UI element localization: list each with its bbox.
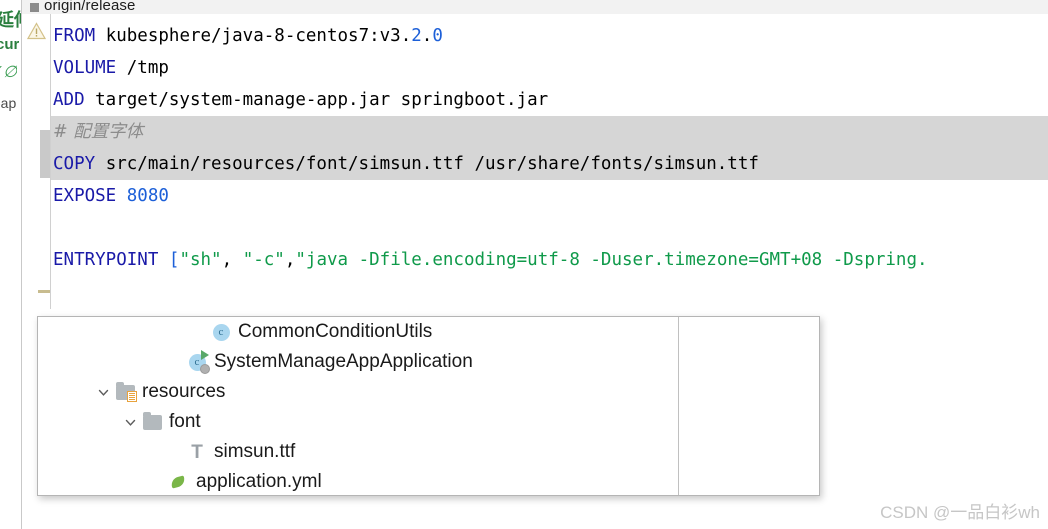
code-token: /tmp: [116, 58, 169, 78]
code-line-comment[interactable]: # 配置字体: [51, 116, 1048, 148]
yaml-file-icon: [168, 471, 190, 493]
code-token: ADD: [53, 90, 85, 110]
warning-triangle-icon[interactable]: [27, 22, 46, 40]
code-token: "-c": [242, 250, 285, 270]
code-token: .: [421, 26, 433, 46]
tree-item-systemmanageappapplication[interactable]: c SystemManageAppApplication: [38, 347, 678, 377]
code-token: 0: [432, 26, 443, 46]
chevron-down-icon[interactable]: [94, 383, 112, 401]
code-token: src/main/resources/font/simsun.ttf /usr/…: [95, 154, 759, 174]
java-class-icon: c: [210, 321, 232, 343]
tree-item-label: resources: [142, 381, 226, 402]
branch-bar[interactable]: origin/release: [22, 0, 1048, 14]
code-token: "sh": [179, 250, 222, 270]
clipped-text-4: -ap: [0, 95, 17, 111]
code-token: COPY: [53, 154, 96, 174]
code-line-volume[interactable]: VOLUME /tmp: [51, 52, 1048, 84]
tree-item-label: application.yml: [196, 471, 322, 492]
code-token: [: [168, 250, 180, 270]
tree-panel-divider: [678, 317, 679, 495]
code-token: # 配置字体: [53, 122, 144, 142]
code-line-add[interactable]: ADD target/system-manage-app.jar springb…: [51, 84, 1048, 116]
clipped-text-2: cur: [0, 36, 20, 53]
tree-item-label: SystemManageAppApplication: [214, 351, 473, 372]
java-class-runnable-icon: c: [186, 350, 210, 374]
tree-item-application-yml[interactable]: application.yml: [38, 467, 678, 495]
branch-label: origin/release: [44, 0, 136, 14]
resources-folder-icon: [114, 381, 137, 403]
tree-item-label: font: [169, 411, 201, 432]
tree-item-resources[interactable]: resources: [38, 377, 678, 407]
code-token: VOLUME: [53, 58, 117, 78]
code-token: 8080: [126, 186, 169, 206]
code-token: 2: [411, 26, 422, 46]
code-line-entrypoint[interactable]: ENTRYPOINT ["sh", "-c","java -Dfile.enco…: [51, 244, 1048, 276]
tree-item-simsun-ttf[interactable]: Tsimsun.ttf: [38, 437, 678, 467]
code-line-from[interactable]: FROM kubesphere/java-8-centos7:v3.2.0: [51, 20, 1048, 52]
chevron-down-icon[interactable]: [121, 413, 139, 431]
code-token: EXPOSE: [53, 186, 117, 206]
code-line-copy[interactable]: COPY src/main/resources/font/simsun.ttf …: [51, 148, 1048, 180]
branch-marker-icon: [30, 3, 39, 12]
code-token: "java -Dfile.encoding=utf-8 -Duser.timez…: [295, 250, 928, 270]
clipped-left-panel: 延伸 cur ∕ ∅ -ap: [0, 0, 22, 529]
font-file-icon: T: [191, 441, 203, 463]
clipped-text-3: ∕ ∅: [0, 64, 18, 81]
dockerfile-code-editor[interactable]: FROM kubesphere/java-8-centos7:v3.2.0 VOL…: [51, 14, 1048, 309]
code-token: target/system-manage-app.jar springboot.…: [84, 90, 549, 110]
code-token: ENTRYPOINT: [53, 250, 159, 270]
vcs-change-marker[interactable]: [40, 130, 50, 178]
clipped-text-1: 延伸: [0, 10, 22, 30]
code-token: FROM: [53, 26, 96, 46]
code-token: ,: [221, 250, 243, 270]
tree-item-commonconditionutils[interactable]: c CommonConditionUtils: [38, 317, 678, 347]
code-fold-marker[interactable]: [38, 290, 50, 293]
code-line-blank[interactable]: [51, 212, 1048, 244]
csdn-watermark: CSDN @一品白衫wh: [880, 503, 1040, 522]
editor-gutter[interactable]: [22, 14, 50, 309]
project-tree-list[interactable]: c CommonConditionUtils c SystemManageAppApp…: [38, 317, 678, 495]
panel-divider: [21, 0, 22, 529]
code-token: kubesphere/java-8-centos7:v3.: [105, 26, 412, 46]
project-tree-popup[interactable]: c CommonConditionUtils c SystemManageAppApp…: [37, 316, 820, 496]
code-line-expose[interactable]: EXPOSE 8080: [51, 180, 1048, 212]
code-token: ,: [284, 250, 296, 270]
tree-item-label: simsun.ttf: [214, 441, 296, 462]
tree-item-font[interactable]: font: [38, 407, 678, 437]
tree-item-label: CommonConditionUtils: [238, 321, 433, 342]
folder-icon: [141, 411, 163, 433]
